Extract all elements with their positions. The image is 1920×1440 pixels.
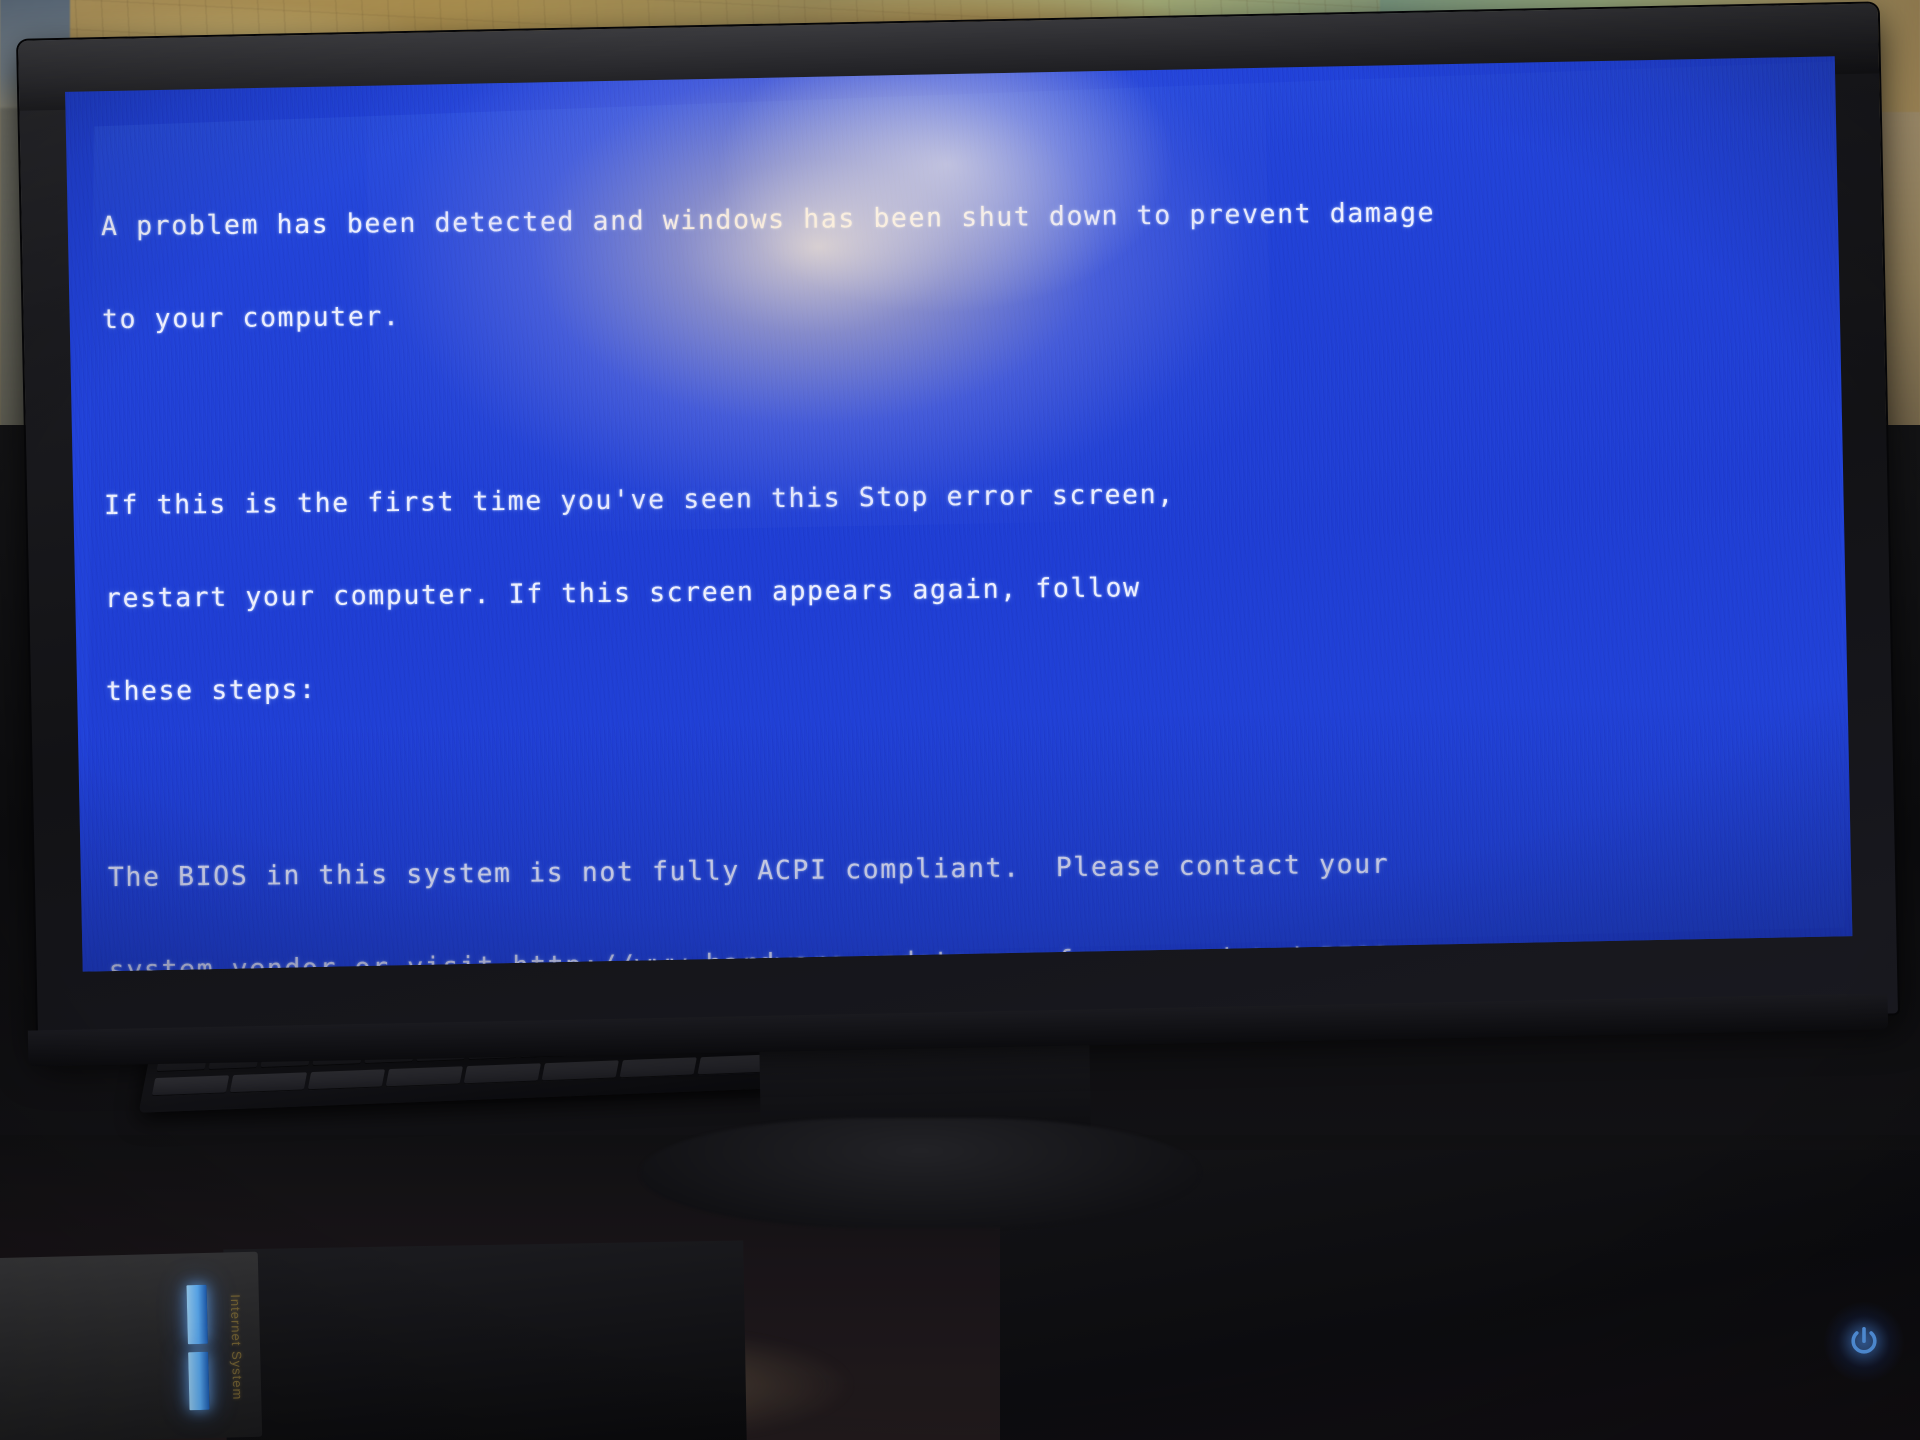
keyboard-key[interactable] <box>463 1063 541 1085</box>
keyboard-key[interactable] <box>385 1066 464 1088</box>
router-led-indicators <box>186 1284 210 1411</box>
router-label: Internet System <box>227 1294 246 1401</box>
keyboard-key[interactable] <box>229 1072 308 1094</box>
led-indicator <box>186 1284 208 1344</box>
led-indicator <box>188 1351 210 1411</box>
keyboard-key[interactable] <box>307 1069 386 1091</box>
power-icon <box>1851 1327 1877 1354</box>
keyboard-key[interactable] <box>541 1060 619 1082</box>
computer-tower <box>223 1240 747 1440</box>
keyboard-key[interactable] <box>619 1057 697 1079</box>
photo-scene: Internet System lenovo A p <box>0 0 1920 1440</box>
lcd-scanline-texture <box>65 56 1853 972</box>
keyboard-key[interactable] <box>151 1075 230 1097</box>
monitor-screen: A problem has been detected and windows … <box>65 56 1853 972</box>
monitor-stand-base <box>640 1118 1200 1228</box>
internet-router: Internet System <box>0 1251 263 1440</box>
power-button[interactable] <box>1824 1302 1904 1382</box>
lenovo-monitor: lenovo A problem has been detected and w… <box>18 3 1898 1051</box>
